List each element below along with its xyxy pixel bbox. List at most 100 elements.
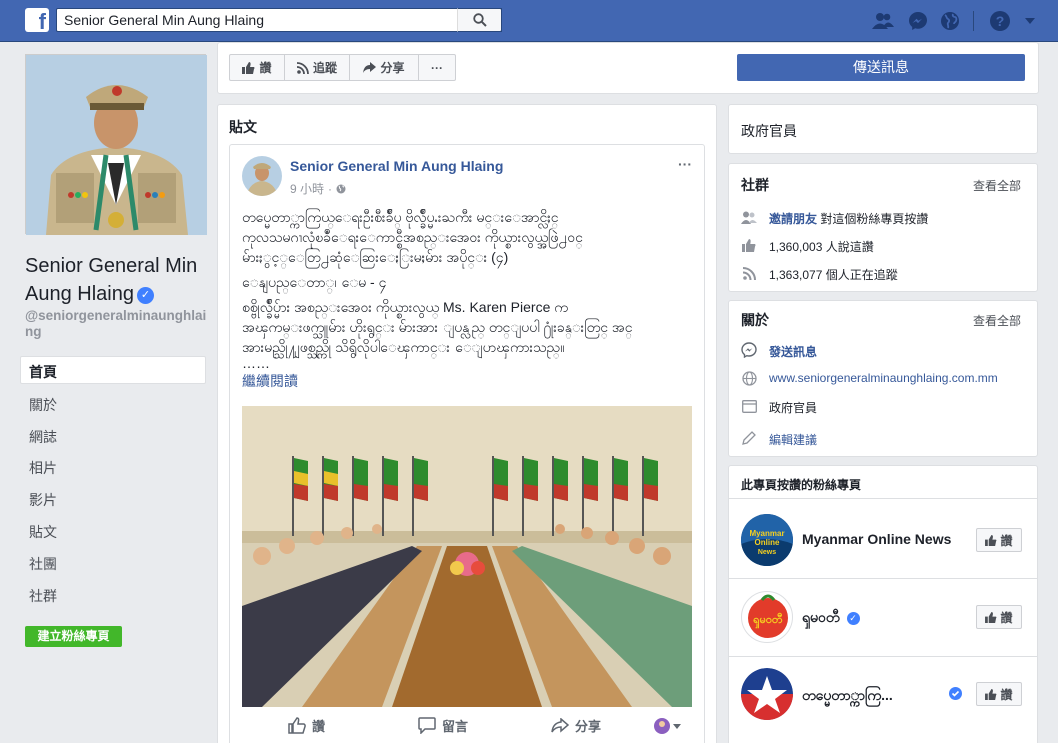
website-link[interactable]: www.seniorgeneralminaunghlaing.com.mm — [769, 371, 998, 385]
post-photo[interactable] — [242, 406, 692, 707]
public-globe-icon — [336, 184, 346, 193]
profile-picture[interactable] — [25, 54, 207, 235]
post-options-icon[interactable]: ··· — [678, 156, 692, 172]
messenger-icon — [741, 342, 757, 358]
liked-page-like-button[interactable]: 讚 — [976, 605, 1022, 629]
about-category[interactable]: 政府官員 — [769, 399, 817, 416]
follow-button[interactable]: 追蹤 — [284, 54, 350, 81]
post-text-line: ေနျပည္ေတာ္၊ ေမ - ၄ — [242, 274, 387, 290]
post-text-line: အၾကမ္းဖက္သူမ်ား ဟိုးရွင္း မ်ားအား ျပန္လည… — [242, 319, 633, 335]
divider — [729, 498, 1037, 499]
avatar-icon — [654, 718, 670, 734]
likes-icon — [741, 237, 757, 253]
comment-icon — [418, 717, 436, 734]
svg-text:Online: Online — [755, 538, 780, 547]
page-followers-count: 1,363,077 個人正在追蹤 — [769, 268, 898, 282]
post-text-line: အားမည္သို႔ျဖစ္သည္ကို သိရွိလိုပါေၾကာင္း ေ… — [242, 339, 565, 355]
liked-page-name[interactable]: တပ္မေတာ္ကာကြ... — [802, 686, 893, 707]
suggest-edits-link[interactable]: 編輯建議 — [769, 431, 817, 448]
category-icon — [741, 398, 757, 414]
svg-text:News: News — [758, 549, 776, 556]
friend-requests-icon[interactable] — [871, 9, 895, 33]
liked-page-like-button[interactable]: 讚 — [976, 528, 1022, 552]
post-author-avatar[interactable] — [242, 156, 282, 196]
post-text-line: စစ္ဗိုလ္ခ်ဳပ္မ်ား အစည္းအေဝး ကိုယ္စားလွယ္… — [242, 299, 568, 315]
liked-page-name-row: ၡမဝတီ ✓ — [802, 608, 860, 629]
search-input[interactable]: Senior General Min Aung Hlaing — [56, 8, 502, 32]
thumbs-up-icon — [985, 688, 997, 700]
nav-item-photos[interactable]: 相片 — [29, 458, 57, 478]
liked-page-name[interactable]: Myanmar Online News — [802, 531, 951, 547]
caret-down-icon[interactable] — [1018, 9, 1042, 33]
post-audience-selector[interactable] — [654, 718, 681, 734]
liked-page-like-button[interactable]: 讚 — [976, 682, 1022, 706]
community-title: 社群 — [741, 177, 769, 193]
liked-page-logo[interactable]: Myanmar Online News — [741, 514, 793, 566]
divider — [973, 11, 974, 31]
about-send-message-link[interactable]: 發送訊息 — [769, 343, 817, 360]
page-likes-count: 1,360,003 人說這讚 — [769, 240, 874, 254]
liked-pages-title: 此專頁按讚的粉絲專頁 — [741, 478, 862, 492]
read-more-link[interactable]: 繼續閱讀 — [242, 371, 692, 391]
nav-item-notes[interactable]: 網誌 — [29, 427, 57, 447]
liked-page-logo[interactable]: ၡမဝတီ — [741, 591, 793, 643]
invite-friends-text: 邀請朋友 對這個粉絲專頁按讚 — [769, 212, 929, 226]
post-text-line: မ်ားႏွင့္ေတြ႕ဆုံေဆြးေႏြးမႈမ်ား အပိုင္း (… — [242, 249, 509, 265]
page-name: Senior General Min Aung Hlaing ✓ — [25, 255, 198, 305]
create-page-button[interactable]: 建立粉絲專頁 — [25, 626, 122, 647]
search-button[interactable] — [457, 8, 502, 32]
post-text-line: ကုလသမဂၢလုံၿခဳံေရးေကာင္စီအစည္းအေဝး ကိုယ္စ… — [242, 229, 583, 245]
verified-badge-icon — [949, 687, 962, 705]
community-see-all-link[interactable]: 查看全部 — [973, 177, 1021, 194]
more-options-button[interactable]: ··· — [418, 54, 456, 81]
share-outline-icon — [551, 718, 569, 733]
post-author-name[interactable]: Senior General Min Aung Hlaing — [290, 158, 503, 174]
post-text-line: တပ္မေတာ္ကာကြယ္ေရးဦးစီးခ်ဳပ္ ဗိုလ္ခ်ဳပ္မႉ… — [242, 209, 559, 225]
page-category[interactable]: 政府官員 — [741, 121, 797, 141]
nav-item-community[interactable]: 社群 — [29, 586, 57, 606]
post-meta: 9 小時 · — [290, 180, 346, 197]
followers-icon — [741, 265, 757, 281]
verified-badge-icon: ✓ — [136, 286, 154, 304]
post-timestamp[interactable]: 9 小時 — [290, 180, 324, 197]
share-button[interactable]: 分享 — [349, 54, 419, 81]
svg-text:?: ? — [996, 13, 1005, 29]
divider — [729, 578, 1037, 579]
svg-text:Myanmar: Myanmar — [749, 529, 784, 538]
verified-badge-icon: ✓ — [846, 612, 860, 625]
thumbs-up-outline-icon — [288, 717, 306, 734]
nav-item-videos[interactable]: 影片 — [29, 490, 57, 510]
post-share-button[interactable]: 分享 — [551, 716, 601, 735]
edit-pencil-icon — [741, 430, 757, 446]
about-title: 關於 — [741, 312, 769, 328]
liked-page-logo[interactable] — [741, 668, 793, 720]
thumbs-up-icon — [242, 61, 255, 74]
share-arrow-icon — [363, 62, 377, 73]
liked-page-name[interactable]: ၡမဝတီ — [802, 608, 840, 629]
about-see-all-link[interactable]: 查看全部 — [973, 312, 1021, 329]
search-icon — [472, 13, 487, 27]
nav-item-posts[interactable]: 貼文 — [29, 522, 57, 542]
rss-follow-icon — [296, 61, 309, 74]
globe-icon[interactable] — [938, 9, 962, 33]
nav-item-home[interactable]: 首頁 — [29, 362, 57, 382]
post-text-ellipsis: …… — [242, 355, 270, 371]
divider — [729, 656, 1037, 657]
help-icon[interactable]: ? — [988, 9, 1012, 33]
posts-section-title: 貼文 — [229, 119, 257, 135]
nav-item-groups[interactable]: 社團 — [29, 554, 57, 574]
like-page-button[interactable]: 讚 — [229, 54, 285, 81]
post-body: တပ္မေတာ္ကာကြယ္ေရးဦးစီးခ်ဳပ္ ဗိုလ္ခ်ဳပ္မႉ… — [242, 207, 692, 391]
send-message-button[interactable]: 傳送訊息 — [737, 54, 1025, 81]
thumbs-up-icon — [985, 611, 997, 623]
post-comment-button[interactable]: 留言 — [418, 716, 468, 735]
caret-down-icon — [673, 723, 681, 729]
messenger-icon[interactable] — [906, 9, 930, 33]
invite-friends-link[interactable]: 邀請朋友 — [769, 212, 817, 226]
page-handle[interactable]: @seniorgeneralminaunghlaing — [25, 308, 210, 340]
nav-item-about[interactable]: 關於 — [29, 395, 57, 415]
facebook-logo[interactable]: f — [25, 8, 49, 34]
thumbs-up-icon — [985, 534, 997, 546]
invite-friends-icon — [741, 209, 757, 225]
post-like-button[interactable]: 讚 — [288, 716, 325, 735]
